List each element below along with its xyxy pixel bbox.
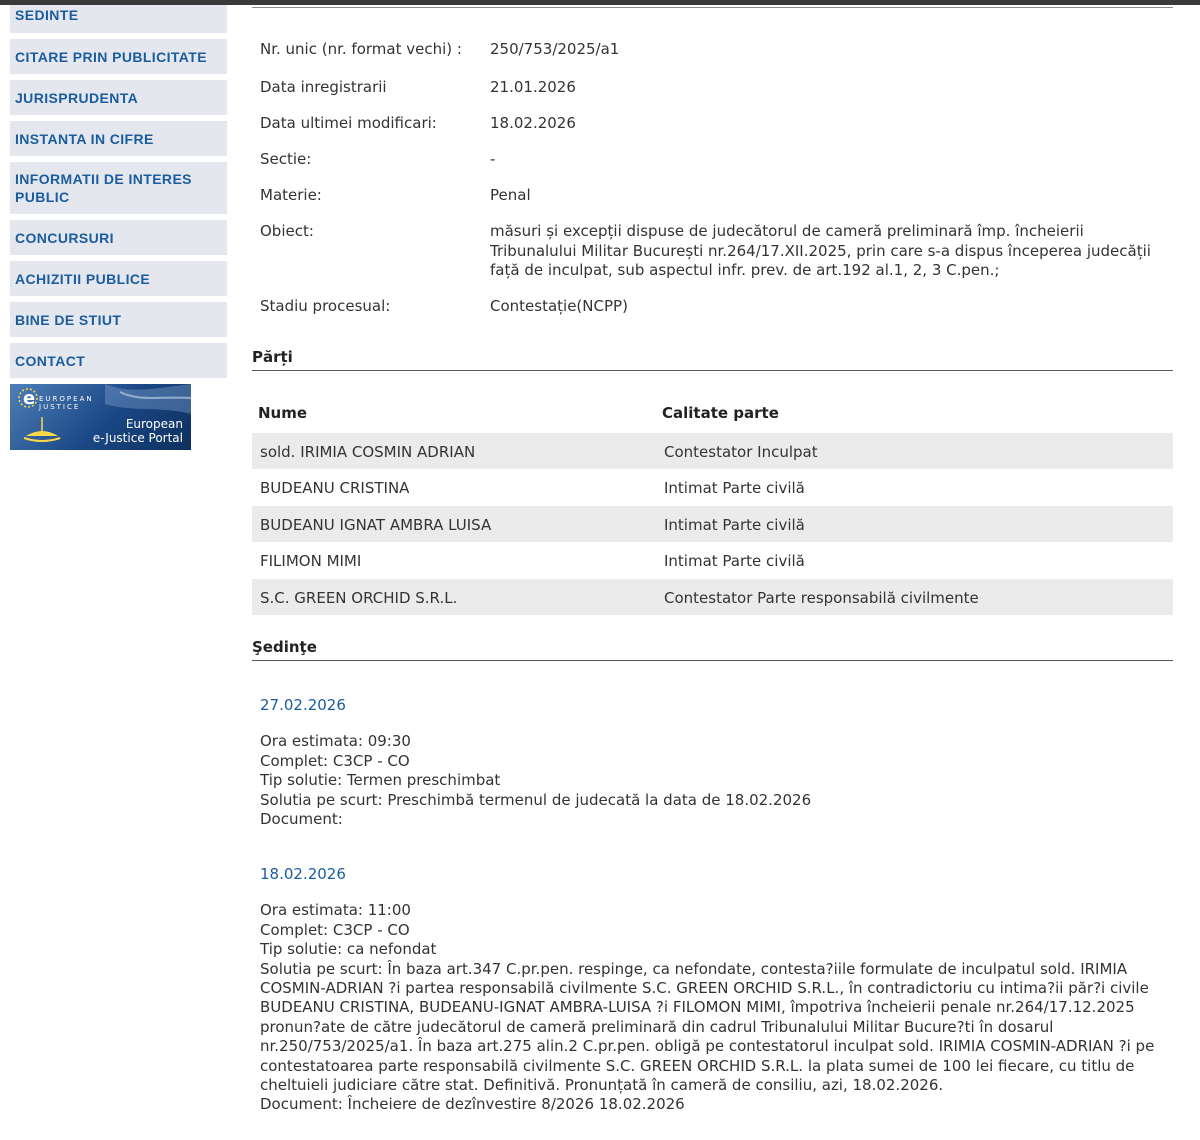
table-row: BUDEANU IGNAT AMBRA LUISA Intimat Parte … [252,505,1173,543]
party-role: Intimat Parte civilă [664,479,805,498]
sessions-title: Şedinţe [252,638,317,656]
party-role: Contestator Inculpat [664,443,818,461]
field-value: măsuri și excepții dispuse de judecătoru… [490,222,1151,279]
field-label: Nr. unic (nr. format vechi) : [260,40,462,58]
party-name: sold. IRIMIA COSMIN ADRIAN [260,443,476,461]
ejustice-small-label: EUROPEAN JUSTICE [39,395,94,411]
field-value: - [490,150,496,168]
session-document[interactable]: Document: Încheiere de dezînvestire 8/20… [260,1095,1165,1114]
sidebar-item-citare-prin-publicitate[interactable]: CITARE PRIN PUBLICITATE [10,39,227,74]
ejustice-small-line1: EUROPEAN [39,395,94,403]
table-row: sold. IRIMIA COSMIN ADRIAN Contestator I… [252,433,1173,470]
session-document: Document: [260,810,343,829]
party-role: Intimat Parte civilă [664,515,805,534]
ejustice-line2: e-Justice Portal [92,431,183,445]
sidebar-item-instanta-in-cifre[interactable]: INSTANTA IN CIFRE [10,121,227,156]
sidebar: SEDINTE CITARE PRIN PUBLICITATE JURISPRU… [10,5,227,450]
parties-table: Nume Calitate parte sold. IRIMIA COSMIN … [252,394,1173,615]
parties-divider [252,370,1173,371]
party-role: Intimat Parte civilă [664,552,805,571]
field-value: 250/753/2025/a1 [490,40,620,58]
ejustice-portal-banner[interactable]: e EUROPEAN JUSTICE European e-Justice Po… [10,384,191,450]
session-solutia: Solutia pe scurt: Preschimbă termenul de… [260,790,812,809]
party-name: BUDEANU CRISTINA [260,479,410,498]
sidebar-item-jurisprudenta[interactable]: JURISPRUDENTA [10,80,227,115]
field-label: Materie: [260,186,322,204]
sidebar-item-bine-de-stiut[interactable]: BINE DE STIUT [10,302,227,337]
session-ora: Ora estimata: 09:30 [260,732,411,751]
field-label: Data ultimei modificari: [260,114,437,132]
ejustice-line1: European [125,417,183,431]
session-solutia: Solutia pe scurt: În baza art.347 C.pr.p… [260,959,1155,1095]
field-value: Contestație(NCPP) [490,297,628,315]
sidebar-item-sedinte[interactable]: SEDINTE [10,5,227,33]
field-value: 21.01.2026 [490,78,576,96]
column-header-role: Calitate parte [662,404,779,422]
session-item: 27.02.2026 Ora estimata: 09:30 Complet: … [260,696,1165,829]
table-row: BUDEANU CRISTINA Intimat Parte civilă [252,469,1173,505]
table-row: FILIMON MIMI Intimat Parte civilă [252,542,1173,578]
column-header-name: Nume [258,404,308,422]
table-row: S.C. GREEN ORCHID S.R.L. Contestator Par… [252,578,1173,615]
session-tip-solutie: Tip solutie: ca nefondat [260,940,437,959]
parties-title: Părți [252,348,293,366]
top-divider [252,7,1173,8]
sidebar-item-informatii-de-interes-public[interactable]: INFORMATII DE INTERES PUBLIC [10,162,227,214]
sessions-divider [252,660,1173,661]
party-name: BUDEANU IGNAT AMBRA LUISA [260,515,492,534]
session-complet: Complet: C3CP - CO [260,920,410,939]
session-tip-solutie: Tip solutie: Termen preschimbat [260,771,501,790]
party-role: Contestator Parte responsabilă civilment… [664,588,979,607]
field-value: Penal [490,186,531,204]
parties-table-header: Nume Calitate parte [252,394,1173,433]
session-date-link[interactable]: 18.02.2026 [260,865,1165,884]
session-item: 18.02.2026 Ora estimata: 11:00 Complet: … [260,865,1165,1115]
field-label: Data inregistrarii [260,78,387,96]
session-date-link[interactable]: 27.02.2026 [260,696,1165,715]
field-label: Sectie: [260,150,312,168]
field-value: 18.02.2026 [490,114,576,132]
field-label: Stadiu procesual: [260,297,391,315]
sidebar-item-contact[interactable]: CONTACT [10,343,227,378]
party-name: S.C. GREEN ORCHID S.R.L. [260,588,458,607]
svg-text:e: e [23,388,35,409]
party-name: FILIMON MIMI [260,552,362,571]
session-ora: Ora estimata: 11:00 [260,901,411,920]
field-label: Obiect: [260,222,314,240]
ejustice-label: European e-Justice Portal [93,417,183,445]
sidebar-item-concursuri[interactable]: CONCURSURI [10,220,227,255]
sidebar-item-achizitii-publice[interactable]: ACHIZITII PUBLICE [10,261,227,296]
ejustice-small-line2: JUSTICE [39,403,81,411]
session-complet: Complet: C3CP - CO [260,751,410,770]
